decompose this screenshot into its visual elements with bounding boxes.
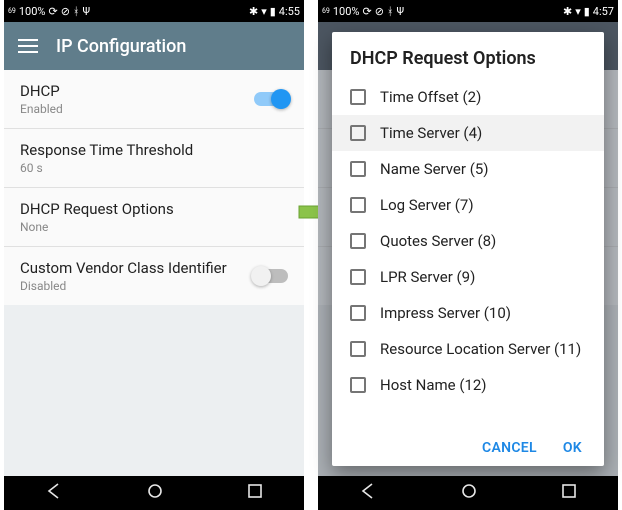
nav-home-icon[interactable]: [146, 482, 164, 504]
nav-back-icon[interactable]: [45, 482, 63, 504]
page-title: IP Configuration: [56, 36, 186, 57]
android-navbar: [4, 476, 304, 510]
usb-icon: Ψ: [83, 5, 91, 18]
empty-area: [4, 305, 304, 476]
settings-list: DHCP Enabled Response Time Threshold 60 …: [4, 70, 304, 476]
dialog-actions: CANCEL OK: [332, 432, 604, 466]
dialog-option-list: Time Offset (2) Time Server (4) Name Ser…: [332, 79, 604, 432]
sync-icon: ⟳: [362, 5, 371, 18]
option-time-server[interactable]: Time Server (4): [332, 115, 604, 151]
checkbox-icon[interactable]: [350, 233, 366, 249]
ok-button[interactable]: OK: [563, 440, 582, 456]
checkbox-icon[interactable]: [350, 161, 366, 177]
checkbox-icon[interactable]: [350, 305, 366, 321]
status-right: ✱ ▾ ▮ 4:55: [249, 5, 300, 18]
do-not-disturb-icon: ⊘: [61, 5, 70, 18]
checkbox-icon[interactable]: [350, 89, 366, 105]
bluetooth-icon-small: ᚼ: [387, 5, 394, 18]
do-not-disturb-icon: ⊘: [375, 5, 384, 18]
option-host-name[interactable]: Host Name (12): [332, 367, 604, 403]
bluetooth-icon-small: ᚼ: [73, 5, 80, 18]
status-pct: 100%: [19, 5, 46, 18]
nav-recent-icon[interactable]: [247, 483, 263, 503]
status-time: 4:57: [593, 5, 614, 18]
screen-dhcp-options-dialog: 69 100% ⟳ ⊘ ᚼ Ψ ✱ ▾ ▮ 4:57 DE R6 DN CD D…: [318, 0, 618, 510]
status-bar: 69 100% ⟳ ⊘ ᚼ Ψ ✱ ▾ ▮ 4:55: [4, 0, 304, 22]
signal-strength: 69: [8, 8, 16, 15]
row-vendor-title: Custom Vendor Class Identifier: [20, 259, 227, 277]
nav-back-icon[interactable]: [359, 482, 377, 504]
row-dhcp[interactable]: DHCP Enabled: [4, 70, 304, 128]
status-left: 69 100% ⟳ ⊘ ᚼ Ψ: [322, 5, 404, 18]
checkbox-icon[interactable]: [350, 269, 366, 285]
row-response-time[interactable]: Response Time Threshold 60 s: [4, 128, 304, 187]
nav-recent-icon[interactable]: [561, 483, 577, 503]
bluetooth-icon: ✱: [563, 5, 572, 18]
wifi-icon: ▾: [575, 5, 581, 18]
status-right: ✱ ▾ ▮ 4:57: [563, 5, 614, 18]
option-quotes-server[interactable]: Quotes Server (8): [332, 223, 604, 259]
menu-icon[interactable]: [18, 39, 38, 53]
battery-icon: ▮: [270, 5, 276, 18]
option-lpr-server[interactable]: LPR Server (9): [332, 259, 604, 295]
status-pct: 100%: [333, 5, 360, 18]
signal-strength: 69: [322, 8, 330, 15]
app-header: IP Configuration: [4, 22, 304, 70]
row-vendor-class[interactable]: Custom Vendor Class Identifier Disabled: [4, 246, 304, 305]
usb-icon: Ψ: [397, 5, 405, 18]
status-bar: 69 100% ⟳ ⊘ ᚼ Ψ ✱ ▾ ▮ 4:57: [318, 0, 618, 22]
cancel-button[interactable]: CANCEL: [482, 440, 537, 456]
row-dhcp-sub: Enabled: [20, 102, 63, 116]
screen-ip-config: 69 100% ⟳ ⊘ ᚼ Ψ ✱ ▾ ▮ 4:55 IP Configurat…: [4, 0, 304, 510]
option-log-server[interactable]: Log Server (7): [332, 187, 604, 223]
option-time-offset[interactable]: Time Offset (2): [332, 79, 604, 115]
battery-icon: ▮: [584, 5, 590, 18]
row-reqopts-sub: None: [20, 220, 174, 234]
dialog-title: DHCP Request Options: [332, 32, 604, 79]
option-name-server[interactable]: Name Server (5): [332, 151, 604, 187]
bluetooth-icon: ✱: [249, 5, 258, 18]
row-dhcp-title: DHCP: [20, 82, 63, 100]
row-resp-sub: 60 s: [20, 161, 193, 175]
nav-home-icon[interactable]: [460, 482, 478, 504]
wifi-icon: ▾: [261, 5, 267, 18]
row-reqopts-title: DHCP Request Options: [20, 200, 174, 218]
checkbox-icon[interactable]: [350, 125, 366, 141]
dhcp-toggle[interactable]: [254, 92, 288, 106]
sync-icon: ⟳: [48, 5, 57, 18]
checkbox-icon[interactable]: [350, 197, 366, 213]
option-impress-server[interactable]: Impress Server (10): [332, 295, 604, 331]
row-vendor-sub: Disabled: [20, 279, 227, 293]
status-left: 69 100% ⟳ ⊘ ᚼ Ψ: [8, 5, 90, 18]
dhcp-options-dialog: DHCP Request Options Time Offset (2) Tim…: [332, 32, 604, 466]
row-dhcp-request-options[interactable]: DHCP Request Options None: [4, 187, 304, 246]
row-resp-title: Response Time Threshold: [20, 141, 193, 159]
android-navbar: [318, 476, 618, 510]
status-time: 4:55: [279, 5, 300, 18]
checkbox-icon[interactable]: [350, 377, 366, 393]
checkbox-icon[interactable]: [350, 341, 366, 357]
vendor-toggle[interactable]: [254, 269, 288, 283]
option-resource-location-server[interactable]: Resource Location Server (11): [332, 331, 604, 367]
